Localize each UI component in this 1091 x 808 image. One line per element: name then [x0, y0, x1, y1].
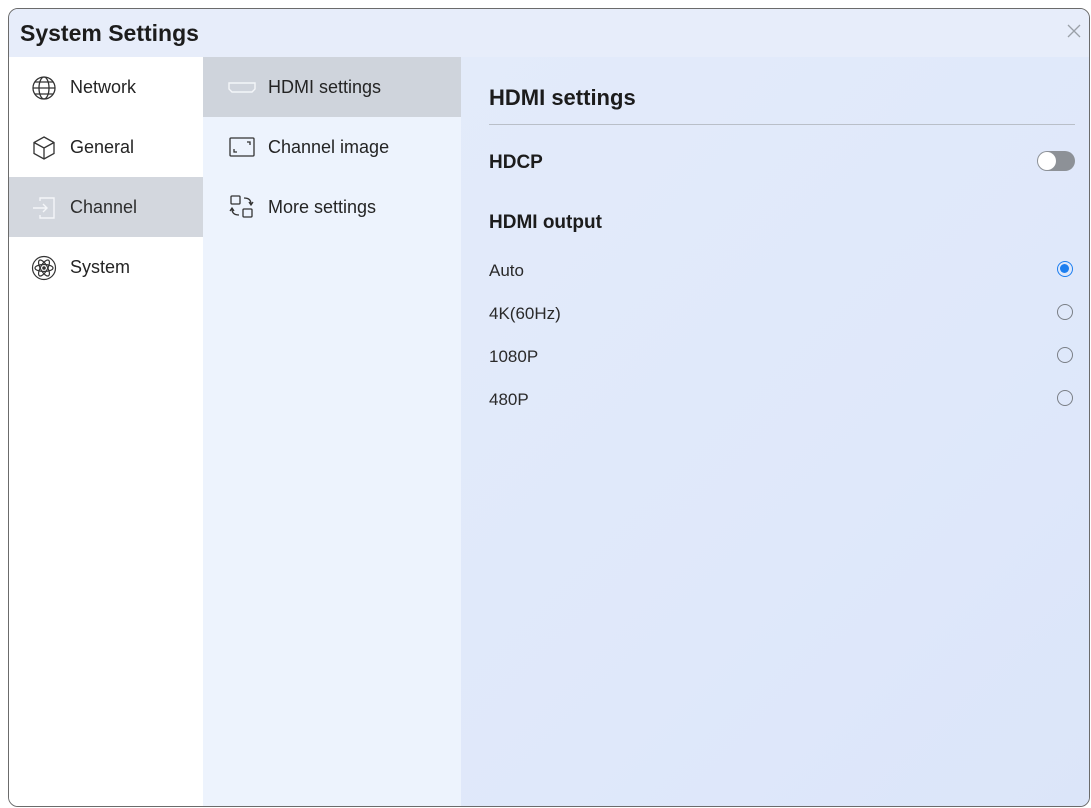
sidebar-item-system[interactable]: System — [9, 237, 203, 297]
option-label: Auto — [489, 261, 524, 280]
radio-button-480p[interactable] — [1057, 390, 1073, 406]
radio-button-auto[interactable] — [1057, 261, 1073, 277]
divider — [489, 124, 1075, 125]
hdmi-output-option-4k[interactable]: 4K(60Hz) — [461, 294, 1089, 334]
hdcp-label: HDCP — [489, 152, 543, 173]
sidebar: Network General Channel System — [9, 57, 203, 806]
sidebar-item-label: System — [70, 257, 131, 277]
cube-icon — [31, 135, 57, 161]
option-label: 4K(60Hz) — [489, 304, 561, 323]
option-label: 1080P — [489, 347, 539, 366]
hdmi-icon — [227, 74, 257, 100]
input-icon — [31, 195, 57, 221]
sidebar-item-label: Network — [70, 77, 137, 97]
submenu-item-label: Channel image — [268, 137, 390, 157]
window-title: System Settings — [20, 20, 199, 46]
option-label: 480P — [489, 390, 529, 409]
hdmi-output-option-480p[interactable]: 480P — [461, 380, 1089, 420]
submenu-item-hdmi-settings[interactable]: HDMI settings — [203, 57, 461, 117]
sidebar-item-network[interactable]: Network — [9, 57, 203, 117]
frame-icon — [227, 134, 257, 160]
submenu-item-more-settings[interactable]: More settings — [203, 177, 461, 237]
exchange-icon — [227, 194, 257, 220]
sidebar-item-channel[interactable]: Channel — [9, 177, 203, 237]
submenu-item-channel-image[interactable]: Channel image — [203, 117, 461, 177]
settings-panel: HDMI settings HDCP HDMI output Auto 4K(6… — [461, 57, 1089, 806]
hdmi-output-option-auto[interactable]: Auto — [461, 251, 1089, 291]
hdmi-output-option-1080p[interactable]: 1080P — [461, 337, 1089, 377]
page-title: HDMI settings — [489, 85, 636, 110]
sidebar-item-label: Channel — [70, 197, 138, 217]
sidebar-item-general[interactable]: General — [9, 117, 203, 177]
globe-icon — [31, 75, 57, 101]
close-icon[interactable] — [1063, 20, 1085, 42]
toggle-knob — [1038, 152, 1056, 170]
radio-button-1080p[interactable] — [1057, 347, 1073, 363]
radio-button-4k[interactable] — [1057, 304, 1073, 320]
submenu: HDMI settings Channel image More setting… — [203, 57, 461, 806]
title-bar: System Settings — [9, 9, 1089, 57]
submenu-item-label: More settings — [268, 197, 377, 217]
submenu-item-label: HDMI settings — [268, 77, 382, 97]
hdcp-toggle[interactable] — [1037, 151, 1075, 171]
atom-icon — [31, 255, 57, 281]
hdmi-output-label: HDMI output — [489, 212, 602, 233]
settings-window: System Settings Network General Channel … — [8, 8, 1090, 807]
sidebar-item-label: General — [70, 137, 135, 157]
